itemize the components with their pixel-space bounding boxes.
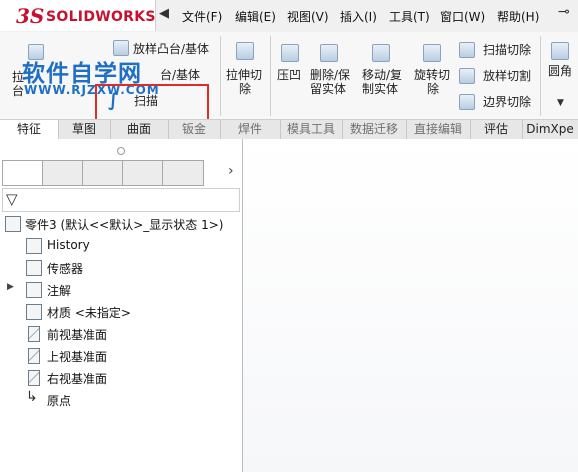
boundary-cut-button[interactable]: 边界切除 <box>483 95 531 109</box>
tree-item-annotations[interactable]: 注解 <box>47 282 71 299</box>
plane-icon <box>28 326 40 342</box>
ribbon-tab-bar: 特征 草图 曲面 钣金 焊件 模具工具 数据迁移 直接编辑 评估 DimXpe <box>0 119 578 140</box>
solidworks-logo[interactable]: 3S SOLIDWORKS <box>0 0 156 31</box>
ds-logo-mark: 3S <box>16 4 45 28</box>
delete-body-icon[interactable] <box>320 44 338 62</box>
boundary-cut-icon[interactable] <box>459 94 475 110</box>
fillet-icon[interactable] <box>551 42 569 60</box>
tab-direct-editing[interactable]: 直接编辑 <box>406 120 471 139</box>
swept-cut-button[interactable]: 扫描切除 <box>483 43 531 57</box>
tab-mold-tools[interactable]: 模具工具 <box>280 120 343 139</box>
tree-item-sensors[interactable]: 传感器 <box>47 260 83 277</box>
annotations-icon <box>26 282 42 298</box>
delete-body-label-2[interactable]: 留实体 <box>310 82 346 96</box>
loft-boss-button[interactable]: 放样凸台/基体 <box>133 42 209 56</box>
tab-sketch[interactable]: 草图 <box>58 120 111 139</box>
move-body-icon[interactable] <box>372 44 390 62</box>
tab-evaluate[interactable]: 评估 <box>470 120 523 139</box>
tree-item-right-plane[interactable]: 右视基准面 <box>47 370 107 387</box>
menu-view[interactable]: 视图(V) <box>287 8 329 25</box>
boundary-boss-button[interactable]: 台/基体 <box>160 68 200 82</box>
extruded-cut-label-2[interactable]: 除 <box>239 82 251 96</box>
tree-root-part[interactable]: 零件3 (默认<<默认>_显示状态 1>) <box>25 216 223 233</box>
fillet-dropdown-icon[interactable]: ▼ <box>557 98 564 108</box>
property-manager-tab-icon[interactable] <box>42 160 84 186</box>
lofted-cut-button[interactable]: 放样切割 <box>483 69 531 83</box>
configuration-manager-tab-icon[interactable] <box>82 160 124 186</box>
sensors-icon <box>26 260 42 276</box>
tab-features[interactable]: 特征 <box>0 120 59 139</box>
tree-item-history[interactable]: History <box>47 238 90 252</box>
origin-icon: ↳ <box>26 389 38 405</box>
revolved-cut-label-2[interactable]: 除 <box>427 82 439 96</box>
tree-filter-bar[interactable]: ▽ <box>2 188 240 212</box>
tab-sheet-metal[interactable]: 钣金 <box>168 120 221 139</box>
menu-help[interactable]: 帮助(H) <box>497 8 539 25</box>
swept-cut-icon[interactable] <box>459 42 475 58</box>
move-body-label-2[interactable]: 制实体 <box>362 82 398 96</box>
expand-arrow-icon[interactable]: ▶ <box>7 282 14 292</box>
menu-tools[interactable]: 工具(T) <box>389 8 430 25</box>
dimxpert-manager-tab-icon[interactable] <box>122 160 164 186</box>
menu-window[interactable]: 窗口(W) <box>440 8 485 25</box>
tab-dimxpert[interactable]: DimXpe <box>522 120 578 139</box>
ribbon-separator <box>540 36 541 116</box>
brand-name: SOLIDWORKS <box>46 9 156 25</box>
ribbon-separator <box>270 36 271 116</box>
extruded-cut-icon[interactable] <box>236 42 254 60</box>
revolved-cut-icon[interactable] <box>423 44 441 62</box>
revolved-cut-label-1[interactable]: 旋转切 <box>414 68 450 82</box>
menu-file[interactable]: 文件(F) <box>182 8 222 25</box>
plane-icon <box>28 370 40 386</box>
menu-insert[interactable]: 插入(I) <box>340 8 377 25</box>
tab-weldments[interactable]: 焊件 <box>220 120 281 139</box>
material-icon <box>26 304 42 320</box>
tree-item-front-plane[interactable]: 前视基准面 <box>47 326 107 343</box>
panel-tab-strip <box>2 160 238 186</box>
tree-item-top-plane[interactable]: 上视基准面 <box>47 348 107 365</box>
tab-data-migration[interactable]: 数据迁移 <box>342 120 407 139</box>
tab-surfaces[interactable]: 曲面 <box>110 120 169 139</box>
title-menu-bar: 3S SOLIDWORKS ◀ 文件(F) 编辑(E) 视图(V) 插入(I) … <box>0 0 578 33</box>
panel-next-arrow-icon[interactable]: › <box>228 163 234 179</box>
panel-grip-handle[interactable] <box>117 147 125 155</box>
move-body-label-1[interactable]: 移动/复 <box>362 68 402 82</box>
extruded-cut-label-1[interactable]: 拉伸切 <box>226 68 262 82</box>
fillet-button[interactable]: 圆角 <box>548 64 572 78</box>
history-icon <box>26 238 42 254</box>
graphics-viewport[interactable] <box>243 139 578 472</box>
menu-collapse-arrow-icon[interactable]: ◀ <box>159 6 169 21</box>
plane-icon <box>28 348 40 364</box>
indent-icon[interactable] <box>281 44 299 62</box>
feature-manager-tab-icon[interactable] <box>2 160 44 186</box>
menu-edit[interactable]: 编辑(E) <box>235 8 276 25</box>
indent-button[interactable]: 压凹 <box>277 68 301 82</box>
pin-icon[interactable]: ⊸ <box>558 4 570 20</box>
ribbon-separator <box>220 36 221 116</box>
part-icon <box>5 216 21 232</box>
filter-icon[interactable]: ▽ <box>6 190 18 208</box>
lofted-cut-icon[interactable] <box>459 68 475 84</box>
delete-body-label-1[interactable]: 删除/保 <box>310 68 350 82</box>
tree-item-material[interactable]: 材质 <未指定> <box>47 304 131 321</box>
tree-item-origin[interactable]: 原点 <box>47 392 71 409</box>
display-manager-tab-icon[interactable] <box>162 160 204 186</box>
